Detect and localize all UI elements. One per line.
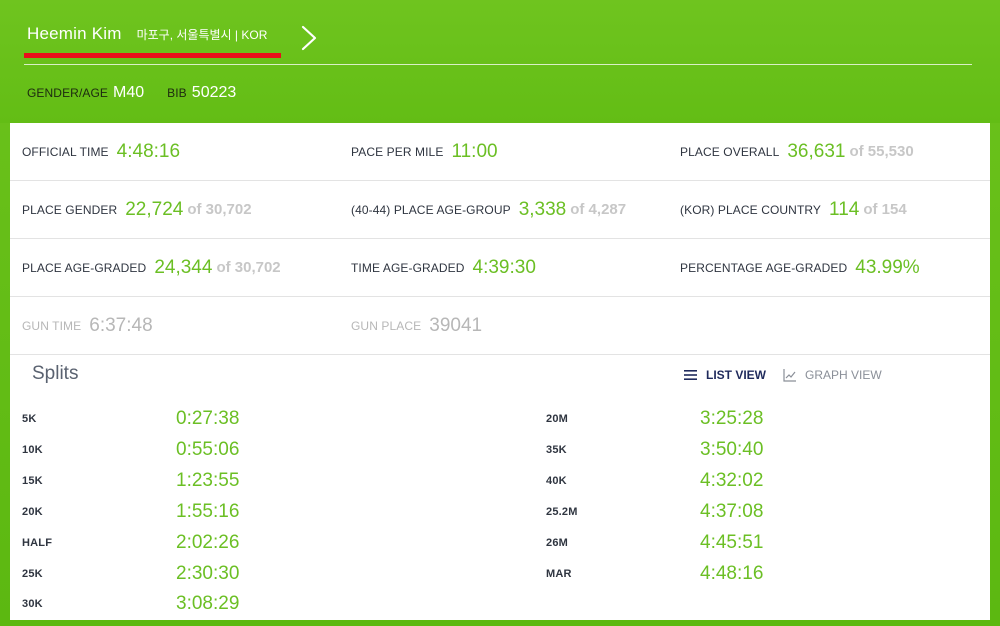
stat-value: 39041 <box>429 314 483 336</box>
stat-total: of 30,702 <box>187 201 252 218</box>
chevron-right-icon[interactable] <box>300 25 318 51</box>
stats-row: PLACE AGE-GRADED 24,344 of 30,702 TIME A… <box>10 239 990 297</box>
runner-meta: GENDER/AGE M40 BIB 50223 <box>27 84 236 102</box>
runner-name[interactable]: Heemin Kim <box>27 24 122 44</box>
split-time: 3:50:40 <box>700 439 764 460</box>
stat-label: PERCENTAGE AGE-GRADED <box>680 260 848 275</box>
stats-row: GUN TIME 6:37:48 GUN PLACE 39041 <box>10 297 990 355</box>
split-label: 25.2M <box>546 506 578 518</box>
stat-value: 43.99% <box>855 256 920 278</box>
stat-place-age-group: (40-44) PLACE AGE-GROUP 3,338 of 4,287 <box>351 181 626 238</box>
stat-label: (KOR) PLACE COUNTRY <box>680 202 822 217</box>
split-label: MAR <box>546 568 572 580</box>
stat-total: of 154 <box>863 201 907 218</box>
split-time: 2:02:26 <box>176 532 240 553</box>
split-label: 10K <box>22 444 43 456</box>
stat-time-age-graded: TIME AGE-GRADED 4:39:30 <box>351 239 536 296</box>
gender-age-label: GENDER/AGE <box>27 86 109 100</box>
stat-value: 114 <box>829 198 860 220</box>
stat-label: PLACE AGE-GRADED <box>22 260 147 275</box>
stat-value: 22,724 <box>125 198 184 220</box>
stat-label: GUN PLACE <box>351 318 422 333</box>
split-label: 30K <box>22 598 43 610</box>
stat-value: 36,631 <box>787 140 846 162</box>
stat-place-gender: PLACE GENDER 22,724 of 30,702 <box>22 181 252 238</box>
stat-total: of 4,287 <box>570 201 627 218</box>
stat-percentage-age-graded: PERCENTAGE AGE-GRADED 43.99% <box>680 239 920 296</box>
stats-row: OFFICIAL TIME 4:48:16 PACE PER MILE 11:0… <box>10 123 990 181</box>
runner-header: Heemin Kim 마포구, 서울특별시 | KOR GENDER/AGE M… <box>0 0 1000 123</box>
stat-value: 11:00 <box>451 140 498 162</box>
stat-label: OFFICIAL TIME <box>22 144 109 159</box>
bib-value: 50223 <box>191 84 237 101</box>
split-time: 0:27:38 <box>176 408 240 429</box>
graph-view-label: GRAPH VIEW <box>805 368 882 382</box>
stat-official-time: OFFICIAL TIME 4:48:16 <box>22 123 180 180</box>
stat-value: 24,344 <box>154 256 213 278</box>
split-label: 20K <box>22 506 43 518</box>
split-label: 20M <box>546 413 568 425</box>
list-icon <box>684 370 697 380</box>
split-label: 5K <box>22 413 37 425</box>
graph-view-button[interactable]: GRAPH VIEW <box>783 368 882 382</box>
list-view-button[interactable]: LIST VIEW <box>684 368 766 382</box>
stats-row: PLACE GENDER 22,724 of 30,702 (40-44) PL… <box>10 181 990 239</box>
list-view-label: LIST VIEW <box>706 368 766 382</box>
name-underline <box>24 53 281 58</box>
stat-label: PLACE OVERALL <box>680 144 780 159</box>
stat-place-country: (KOR) PLACE COUNTRY 114 of 154 <box>680 181 907 238</box>
gender-age-value: M40 <box>113 84 145 101</box>
split-time: 4:48:16 <box>700 563 764 584</box>
header-divider <box>24 64 972 65</box>
bib-label: BIB <box>167 86 187 100</box>
split-label: 35K <box>546 444 567 456</box>
stat-label: (40-44) PLACE AGE-GROUP <box>351 202 511 217</box>
results-panel: OFFICIAL TIME 4:48:16 PACE PER MILE 11:0… <box>10 123 990 620</box>
stat-value: 4:39:30 <box>472 256 536 278</box>
split-label: 26M <box>546 537 568 549</box>
split-time: 3:25:28 <box>700 408 764 429</box>
stat-label: PLACE GENDER <box>22 202 118 217</box>
split-label: 25K <box>22 568 43 580</box>
split-label: 40K <box>546 475 567 487</box>
runner-location: 마포구, 서울특별시 | KOR <box>136 28 268 42</box>
stat-total: of 55,530 <box>849 143 914 160</box>
line-chart-icon <box>783 368 796 382</box>
stat-gun-time: GUN TIME 6:37:48 <box>22 297 153 354</box>
stat-label: TIME AGE-GRADED <box>351 260 465 275</box>
split-time: 3:08:29 <box>176 593 240 614</box>
split-time: 1:23:55 <box>176 470 240 491</box>
runner-name-row: Heemin Kim 마포구, 서울특별시 | KOR <box>27 24 267 44</box>
split-time: 4:45:51 <box>700 532 764 553</box>
split-label: 15K <box>22 475 43 487</box>
stat-value: 3,338 <box>518 198 567 220</box>
stat-label: PACE PER MILE <box>351 144 444 159</box>
split-time: 1:55:16 <box>176 501 240 522</box>
stat-place-overall: PLACE OVERALL 36,631 of 55,530 <box>680 123 914 180</box>
stat-total: of 30,702 <box>216 259 281 276</box>
splits-title: Splits <box>32 363 79 384</box>
stat-label: GUN TIME <box>22 318 82 333</box>
split-time: 2:30:30 <box>176 563 240 584</box>
stat-value: 6:37:48 <box>89 314 153 336</box>
stat-place-age-graded: PLACE AGE-GRADED 24,344 of 30,702 <box>22 239 281 296</box>
split-time: 4:32:02 <box>700 470 764 491</box>
stat-gun-place: GUN PLACE 39041 <box>351 297 482 354</box>
split-label: HALF <box>22 537 53 549</box>
stat-value: 4:48:16 <box>116 140 181 162</box>
split-time: 4:37:08 <box>700 501 764 522</box>
split-time: 0:55:06 <box>176 439 240 460</box>
stat-pace-per-mile: PACE PER MILE 11:00 <box>351 123 498 180</box>
